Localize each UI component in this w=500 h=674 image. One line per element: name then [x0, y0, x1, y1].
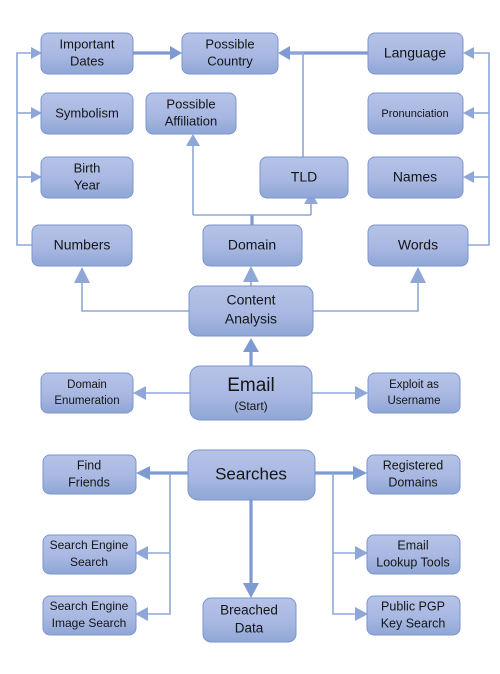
node-possible-affiliation[interactable]: Possible Affiliation	[145, 92, 237, 135]
node-label-symbolism: Symbolism	[55, 105, 119, 120]
node-label-names: Names	[393, 169, 437, 185]
edge-words-right-bus	[463, 47, 490, 246]
node-language[interactable]: Language	[367, 32, 464, 75]
node-label-domain: Domain	[228, 237, 276, 253]
node-label-possible-affiliation-2: Affiliation	[165, 113, 218, 128]
edge-email-content-analysis	[243, 338, 259, 366]
node-label-search-engine-image-search-2: Image Search	[52, 616, 127, 630]
node-label-email-start: (Start)	[234, 399, 267, 413]
node-label-domain-enumeration-2: Enumeration	[54, 395, 119, 407]
node-label-possible-country: Possible	[205, 36, 254, 51]
node-registered-domains[interactable]: Registered Domains	[366, 454, 461, 495]
node-breached-data[interactable]: Breached Data	[202, 597, 297, 643]
node-public-pgp-key-search[interactable]: Public PGP Key Search	[366, 595, 461, 636]
node-domain-enumeration[interactable]: Domain Enumeration	[40, 372, 134, 414]
node-label-search-engine-image-search: Search Engine	[50, 599, 129, 613]
edge-numbers-left-bus	[16, 47, 42, 246]
node-label-birth-year: Birth	[74, 160, 101, 175]
node-label-public-pgp-key-search-2: Key Search	[381, 616, 446, 630]
node-label-registered-domains-2: Domains	[388, 475, 437, 489]
node-searches[interactable]: Searches	[187, 449, 316, 501]
node-label-content-analysis-2: Analysis	[225, 311, 277, 327]
node-label-breached-data-2: Data	[235, 621, 264, 636]
node-find-friends[interactable]: Find Friends	[42, 454, 137, 495]
node-important-dates[interactable]: Important Dates	[40, 32, 134, 75]
node-label-important-dates: Important	[60, 36, 115, 51]
node-search-engine-image-search[interactable]: Search Engine Image Search	[42, 595, 137, 636]
node-domain[interactable]: Domain	[202, 224, 303, 267]
node-label-find-friends-2: Friends	[68, 475, 110, 489]
node-label-domain-enumeration: Domain	[67, 379, 107, 391]
node-words[interactable]: Words	[367, 224, 469, 267]
node-label-find-friends: Find	[77, 458, 101, 472]
node-label-search-engine-search: Search Engine	[50, 538, 129, 552]
node-search-engine-search[interactable]: Search Engine Search	[42, 534, 137, 575]
node-label-breached-data: Breached	[220, 603, 278, 618]
node-label-tld: TLD	[291, 169, 317, 185]
node-label-exploit-as-username-2: Username	[387, 395, 440, 407]
edge-important-dates-possible-country	[133, 46, 182, 60]
node-label-email: Email	[227, 375, 275, 396]
node-label-searches: Searches	[215, 464, 287, 483]
node-birth-year[interactable]: Birth Year	[40, 156, 134, 199]
node-label-email-lookup-tools-2: Lookup Tools	[376, 555, 449, 569]
node-numbers[interactable]: Numbers	[31, 224, 133, 267]
node-label-email-lookup-tools: Email	[397, 538, 428, 552]
node-email[interactable]: Email (Start)	[189, 365, 313, 421]
node-tld[interactable]: TLD	[259, 156, 349, 199]
node-email-lookup-tools[interactable]: Email Lookup Tools	[366, 534, 461, 575]
flowchart-svg: Important Dates Possible Country Languag…	[16, 32, 490, 643]
node-possible-country[interactable]: Possible Country	[181, 32, 279, 75]
node-label-numbers: Numbers	[54, 237, 111, 253]
edge-searches-breached-data	[243, 500, 259, 598]
edge-searches-right-bus	[315, 466, 368, 621]
node-pronunciation[interactable]: Pronunciation	[367, 92, 464, 135]
node-label-pronunciation: Pronunciation	[381, 108, 448, 120]
edge-tld-possible-country	[290, 52, 304, 157]
node-label-possible-country-2: Country	[207, 53, 253, 68]
node-label-possible-affiliation: Possible	[166, 96, 215, 111]
node-label-language: Language	[384, 45, 447, 61]
node-exploit-as-username[interactable]: Exploit as Username	[367, 372, 461, 414]
node-label-search-engine-search-2: Search	[70, 555, 108, 569]
node-symbolism[interactable]: Symbolism	[40, 92, 134, 135]
node-label-words: Words	[398, 237, 438, 253]
node-content-analysis[interactable]: Content Analysis	[188, 285, 314, 337]
node-label-content-analysis: Content	[226, 292, 275, 308]
node-label-registered-domains: Registered	[383, 458, 443, 472]
edge-email-exploit-as-username	[312, 386, 368, 400]
flowchart-canvas: Important Dates Possible Country Languag…	[0, 0, 500, 674]
node-names[interactable]: Names	[367, 156, 464, 199]
node-label-public-pgp-key-search: Public PGP	[381, 599, 445, 613]
node-label-exploit-as-username: Exploit as	[389, 379, 439, 391]
edge-searches-left-bus	[135, 466, 188, 621]
edge-email-domain-enumeration	[133, 386, 190, 400]
node-label-important-dates-2: Dates	[70, 53, 104, 68]
node-label-birth-year-2: Year	[74, 177, 101, 192]
